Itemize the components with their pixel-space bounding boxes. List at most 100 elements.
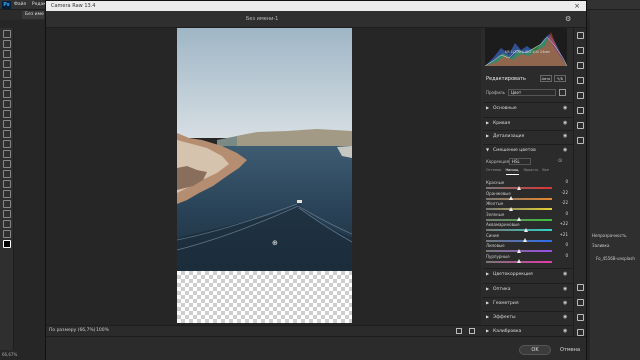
eyedropper-tool-icon[interactable]: [3, 90, 11, 98]
crop-icon[interactable]: [577, 47, 584, 54]
section-optics[interactable]: ▶ Оптика ◉: [483, 283, 573, 293]
presets-icon[interactable]: [577, 137, 584, 144]
menu-file[interactable]: Файл: [14, 2, 26, 7]
slider-row[interactable]: Желтые -22: [486, 200, 568, 211]
slider-track[interactable]: [486, 197, 552, 200]
eye-icon[interactable]: ◉: [563, 300, 567, 306]
tab-all[interactable]: Все: [542, 168, 548, 175]
lasso-tool-icon[interactable]: [3, 50, 11, 58]
slider-row[interactable]: Оранжевые -22: [486, 190, 568, 201]
dodge-tool-icon[interactable]: [3, 170, 11, 178]
slider-thumb[interactable]: [516, 248, 521, 253]
path-select-icon[interactable]: [3, 200, 11, 208]
gradient-tool-icon[interactable]: [3, 150, 11, 158]
section-detail[interactable]: ▶ Детализация ◉: [483, 130, 573, 140]
photo-preview[interactable]: ⊕: [177, 28, 352, 271]
type-tool-icon[interactable]: [3, 190, 11, 198]
slider-value[interactable]: -22: [552, 190, 568, 196]
cancel-button[interactable]: Отмена: [556, 345, 584, 355]
slider-value[interactable]: +21: [552, 232, 568, 238]
section-color-mixer[interactable]: ▼ Смешение цветов ◉: [483, 144, 573, 154]
slider-row[interactable]: Зеленые 0: [486, 211, 568, 222]
frame-tool-icon[interactable]: [3, 80, 11, 88]
red-eye-icon[interactable]: [577, 77, 584, 84]
section-effects[interactable]: ▶ Эффекты ◉: [483, 311, 573, 321]
eye-icon[interactable]: ◉: [563, 271, 567, 277]
profile-select[interactable]: Цвет: [508, 89, 556, 96]
auto-button[interactable]: Авто: [540, 75, 552, 82]
zoom-tool-icon[interactable]: [3, 230, 11, 238]
section-color-grading[interactable]: ▶ Цветокоррекция ◉: [483, 268, 573, 278]
section-geometry[interactable]: ▶ Геометрия ◉: [483, 297, 573, 307]
slider-thumb[interactable]: [509, 196, 514, 200]
section-curve[interactable]: ▶ Кривая ◉: [483, 117, 573, 127]
crop-tool-icon[interactable]: [3, 70, 11, 78]
zoom-icon[interactable]: [577, 284, 584, 291]
hand-icon[interactable]: [577, 299, 584, 306]
slider-value[interactable]: 0: [552, 211, 568, 217]
color-swatch-icon[interactable]: [3, 240, 11, 248]
eye-icon[interactable]: ◉: [563, 314, 567, 320]
toggle-samplers-icon[interactable]: [577, 314, 584, 321]
tab-hue[interactable]: Оттенок: [486, 168, 502, 175]
eye-icon[interactable]: ◉: [563, 105, 567, 111]
edit-tool-icon[interactable]: [577, 32, 584, 39]
brush-icon[interactable]: [577, 92, 584, 99]
tab-saturation[interactable]: Насыщ.: [505, 168, 520, 175]
slider-value[interactable]: 0: [552, 242, 568, 248]
slider-thumb[interactable]: [516, 259, 521, 263]
layer-name[interactable]: Fo_4556B-unsplash: [596, 256, 635, 262]
eye-icon[interactable]: ◉: [563, 120, 567, 126]
adjust-select[interactable]: HSL: [509, 158, 531, 165]
slider-value[interactable]: +22: [552, 221, 568, 227]
more-icon[interactable]: [577, 329, 584, 336]
slider-track[interactable]: [486, 239, 552, 242]
eye-icon[interactable]: ◉: [563, 328, 567, 334]
zoom-select[interactable]: 100%: [96, 328, 109, 333]
pen-tool-icon[interactable]: [3, 180, 11, 188]
eraser-tool-icon[interactable]: [3, 140, 11, 148]
slider-value[interactable]: 0: [552, 179, 568, 185]
select-tool-icon[interactable]: [3, 60, 11, 68]
image-canvas[interactable]: ⊕: [46, 28, 481, 325]
blur-tool-icon[interactable]: [3, 160, 11, 168]
slider-track[interactable]: [486, 208, 552, 210]
gear-icon[interactable]: ⚙: [565, 15, 571, 23]
ok-button[interactable]: OK: [519, 345, 551, 355]
eye-icon[interactable]: ◉: [563, 147, 567, 153]
linear-gradient-icon[interactable]: [577, 107, 584, 114]
slider-thumb[interactable]: [523, 227, 528, 232]
slider-row[interactable]: Пурпурные 0: [486, 253, 568, 264]
slider-value[interactable]: 0: [552, 253, 568, 259]
section-basic[interactable]: ▶ Основные ◉: [483, 102, 573, 112]
close-icon[interactable]: ×: [574, 2, 580, 10]
slider-thumb[interactable]: [516, 185, 521, 190]
marquee-tool-icon[interactable]: [3, 40, 11, 48]
slider-track[interactable]: [486, 229, 552, 231]
radial-filter-icon[interactable]: [577, 122, 584, 129]
tab-luminance[interactable]: Яркость: [523, 168, 538, 175]
document-tab[interactable]: Без имени-1 @: [22, 11, 44, 19]
black-white-button[interactable]: Ч/Б: [554, 75, 566, 82]
slider-row[interactable]: Синие +21: [486, 232, 568, 243]
move-tool-icon[interactable]: [3, 30, 11, 38]
brush-tool-icon[interactable]: [3, 110, 11, 118]
profile-browser-icon[interactable]: [559, 89, 566, 96]
slider-thumb[interactable]: [523, 238, 528, 242]
fit-zoom-select[interactable]: По размеру (66,7%): [49, 328, 96, 333]
slider-value[interactable]: -22: [552, 200, 568, 206]
slider-row[interactable]: Лиловые 0: [486, 242, 568, 253]
slider-thumb[interactable]: [509, 206, 514, 211]
eye-icon[interactable]: ◉: [563, 286, 567, 292]
spot-removal-icon[interactable]: [577, 62, 584, 69]
history-brush-icon[interactable]: [3, 130, 11, 138]
eye-icon[interactable]: ◉: [563, 133, 567, 139]
compare-view-icon[interactable]: [456, 328, 462, 334]
stamp-tool-icon[interactable]: [3, 120, 11, 128]
target-adjust-icon[interactable]: ⊙: [558, 158, 562, 164]
hand-tool-icon[interactable]: [3, 220, 11, 228]
slider-thumb[interactable]: [516, 217, 521, 221]
section-calibration[interactable]: ▶ Калибровка ◉: [483, 325, 573, 335]
slider-row[interactable]: Красные 0: [486, 179, 568, 190]
toggle-settings-icon[interactable]: [469, 328, 475, 334]
